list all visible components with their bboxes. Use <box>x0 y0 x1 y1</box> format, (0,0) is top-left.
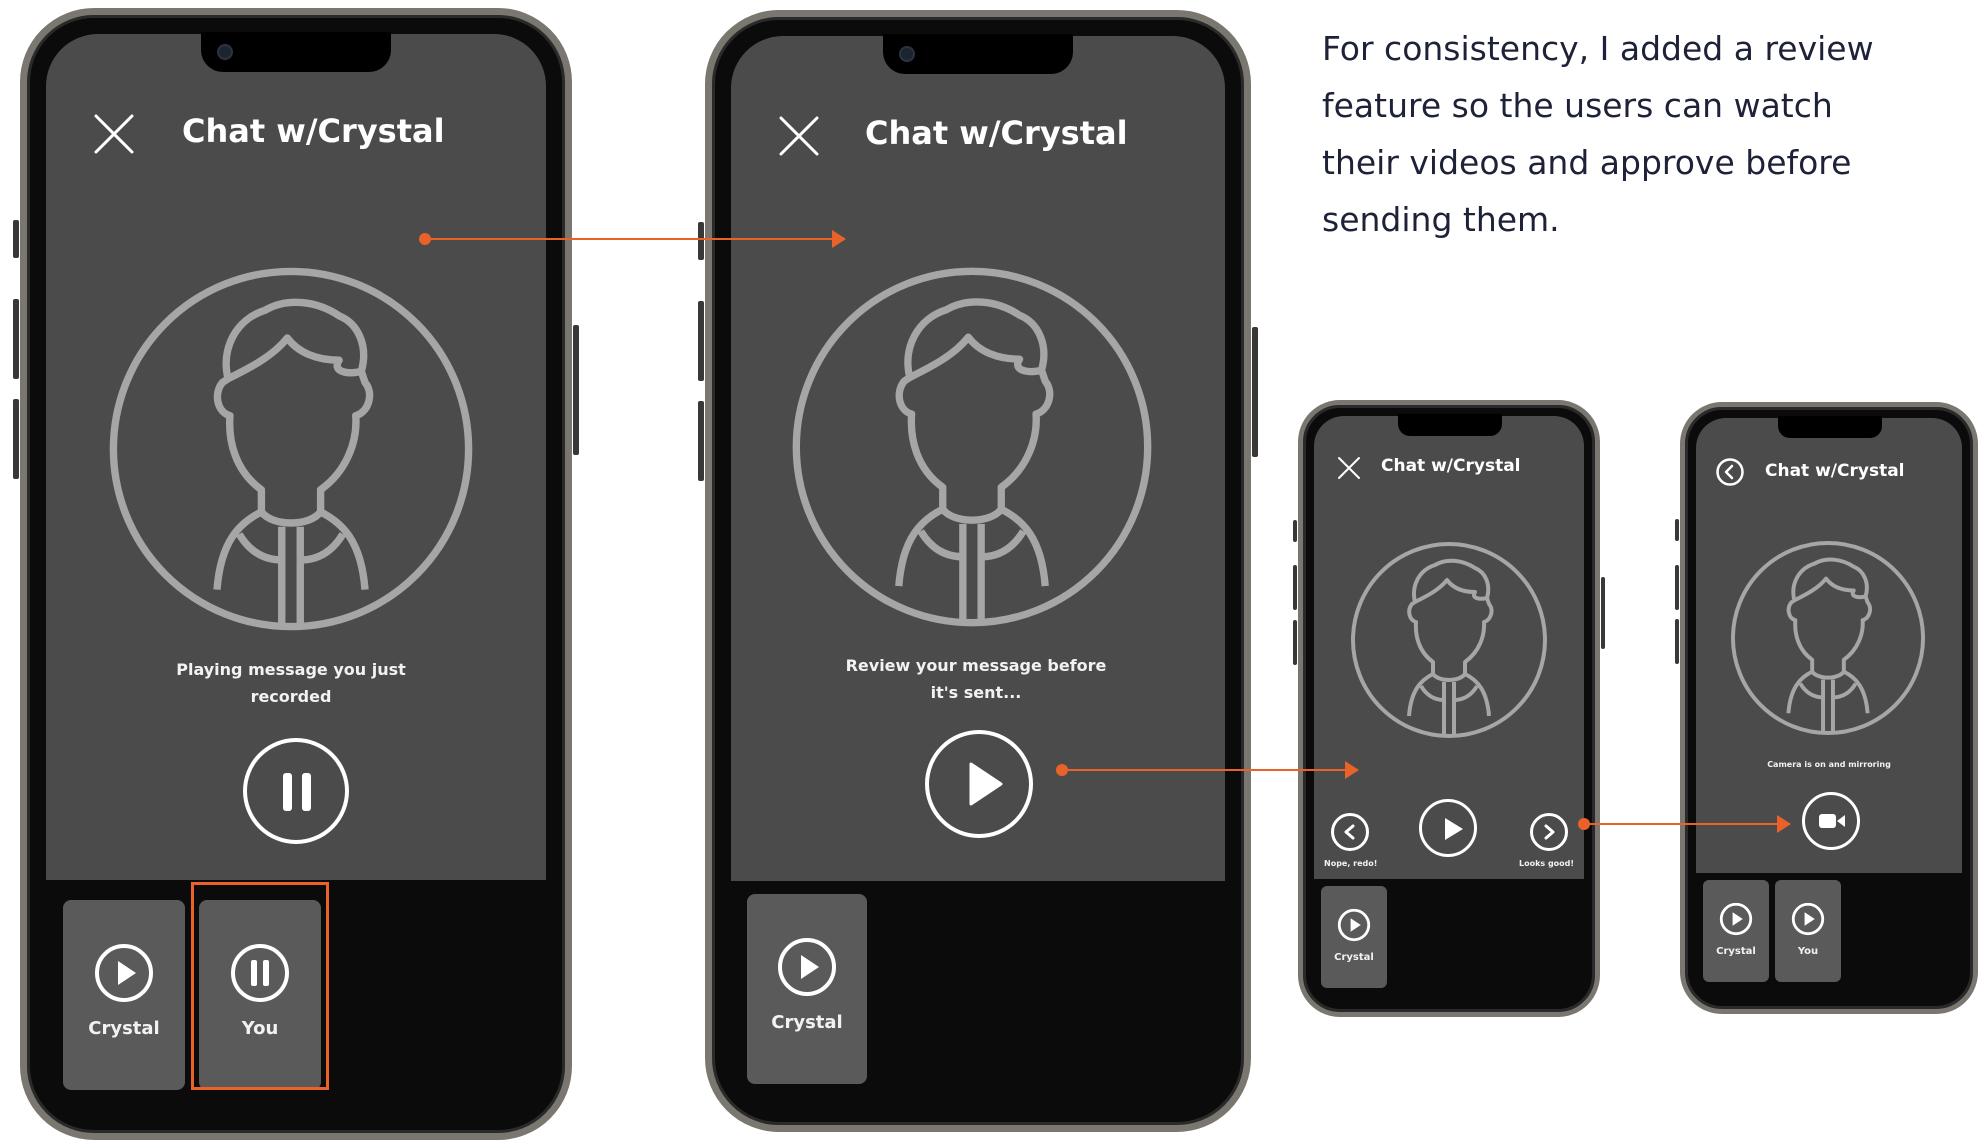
side-button <box>1675 565 1679 610</box>
pause-button[interactable] <box>243 738 349 844</box>
participant-tile-you[interactable]: You <box>1775 880 1841 982</box>
nope-redo-button[interactable] <box>1331 813 1369 851</box>
side-button <box>13 220 19 258</box>
nope-redo-label: Nope, redo! <box>1324 859 1378 868</box>
phone-mockup-2: Chat w/Crystal Review your message befor… <box>698 10 1258 1132</box>
phone-notch <box>1778 416 1882 438</box>
side-button <box>698 301 704 381</box>
play-icon <box>969 762 1003 806</box>
front-camera <box>217 44 233 60</box>
chevron-right-icon <box>1544 824 1555 840</box>
status-message: Playing message you just recorded <box>176 660 406 706</box>
play-button[interactable] <box>925 730 1033 838</box>
participant-tile-crystal[interactable]: Crystal <box>1703 880 1769 982</box>
play-icon <box>1337 908 1371 942</box>
close-icon[interactable] <box>92 112 136 156</box>
tile-label: You <box>1797 946 1819 957</box>
play-icon <box>95 944 153 1002</box>
side-button <box>698 401 704 481</box>
phone-screen: Chat w/Crystal Review your message befor… <box>731 34 1225 881</box>
chat-title: Chat w/Crystal <box>865 114 1128 152</box>
phone-notch <box>201 32 391 72</box>
play-button[interactable] <box>1419 799 1477 857</box>
side-button <box>1293 620 1297 665</box>
tile-label: Crystal <box>771 1012 843 1033</box>
phone-notch <box>1398 414 1502 436</box>
participant-tile-crystal[interactable]: Crystal <box>63 900 185 1090</box>
phone-mockup-4: Chat w/Crystal Camera is on and mirrorin… <box>1675 402 1978 1014</box>
chat-title: Chat w/Crystal <box>1765 461 1905 481</box>
avatar-icon <box>106 264 476 634</box>
back-icon[interactable] <box>1715 457 1745 487</box>
play-icon <box>1719 902 1753 936</box>
chat-title: Chat w/Crystal <box>182 112 445 150</box>
side-button <box>698 222 704 260</box>
tile-label: Crystal <box>1334 952 1374 963</box>
video-camera-icon <box>1819 814 1845 828</box>
chevron-left-icon <box>1344 824 1355 840</box>
side-button <box>1601 577 1605 649</box>
phone-screen: Chat w/Crystal Nope, redo! Looks good! <box>1314 414 1584 879</box>
avatar-icon <box>789 264 1155 630</box>
play-icon <box>1791 902 1825 936</box>
side-button <box>1675 519 1679 541</box>
close-icon[interactable] <box>777 114 821 158</box>
side-button <box>1293 565 1297 610</box>
chat-title: Chat w/Crystal <box>1381 456 1521 476</box>
side-button <box>1252 327 1258 457</box>
close-icon[interactable] <box>1337 456 1361 480</box>
participant-tile-crystal[interactable]: Crystal <box>1321 886 1387 988</box>
camera-button[interactable] <box>1802 792 1860 850</box>
side-button <box>1675 619 1679 664</box>
avatar-icon <box>1729 539 1927 737</box>
tile-label: Crystal <box>88 1018 160 1039</box>
phone-notch <box>883 34 1073 74</box>
phone-screen: Chat w/Crystal Camera is on and mirrorin… <box>1696 416 1962 873</box>
phone-screen: Chat w/Crystal Playing message you just … <box>46 32 546 880</box>
looks-good-label: Looks good! <box>1519 859 1575 868</box>
status-message: Camera is on and mirroring <box>1767 760 1891 769</box>
avatar-icon <box>1349 540 1549 740</box>
highlight-box <box>191 882 329 1090</box>
phone-mockup-3: Chat w/Crystal Nope, redo! Looks good! C… <box>1293 400 1605 1017</box>
side-button <box>13 299 19 379</box>
status-message: Review your message before it's sent... <box>845 656 1107 702</box>
play-icon <box>1445 818 1463 840</box>
caption-text: For consistency, I added a review featur… <box>1322 29 1874 239</box>
participant-tile-crystal[interactable]: Crystal <box>747 894 867 1084</box>
pause-icon <box>283 773 311 811</box>
tile-label: Crystal <box>1716 946 1756 957</box>
side-button <box>1293 520 1297 542</box>
front-camera <box>899 46 915 62</box>
looks-good-button[interactable] <box>1530 813 1568 851</box>
play-icon <box>778 938 836 996</box>
side-button <box>573 325 579 455</box>
side-button <box>13 399 19 479</box>
